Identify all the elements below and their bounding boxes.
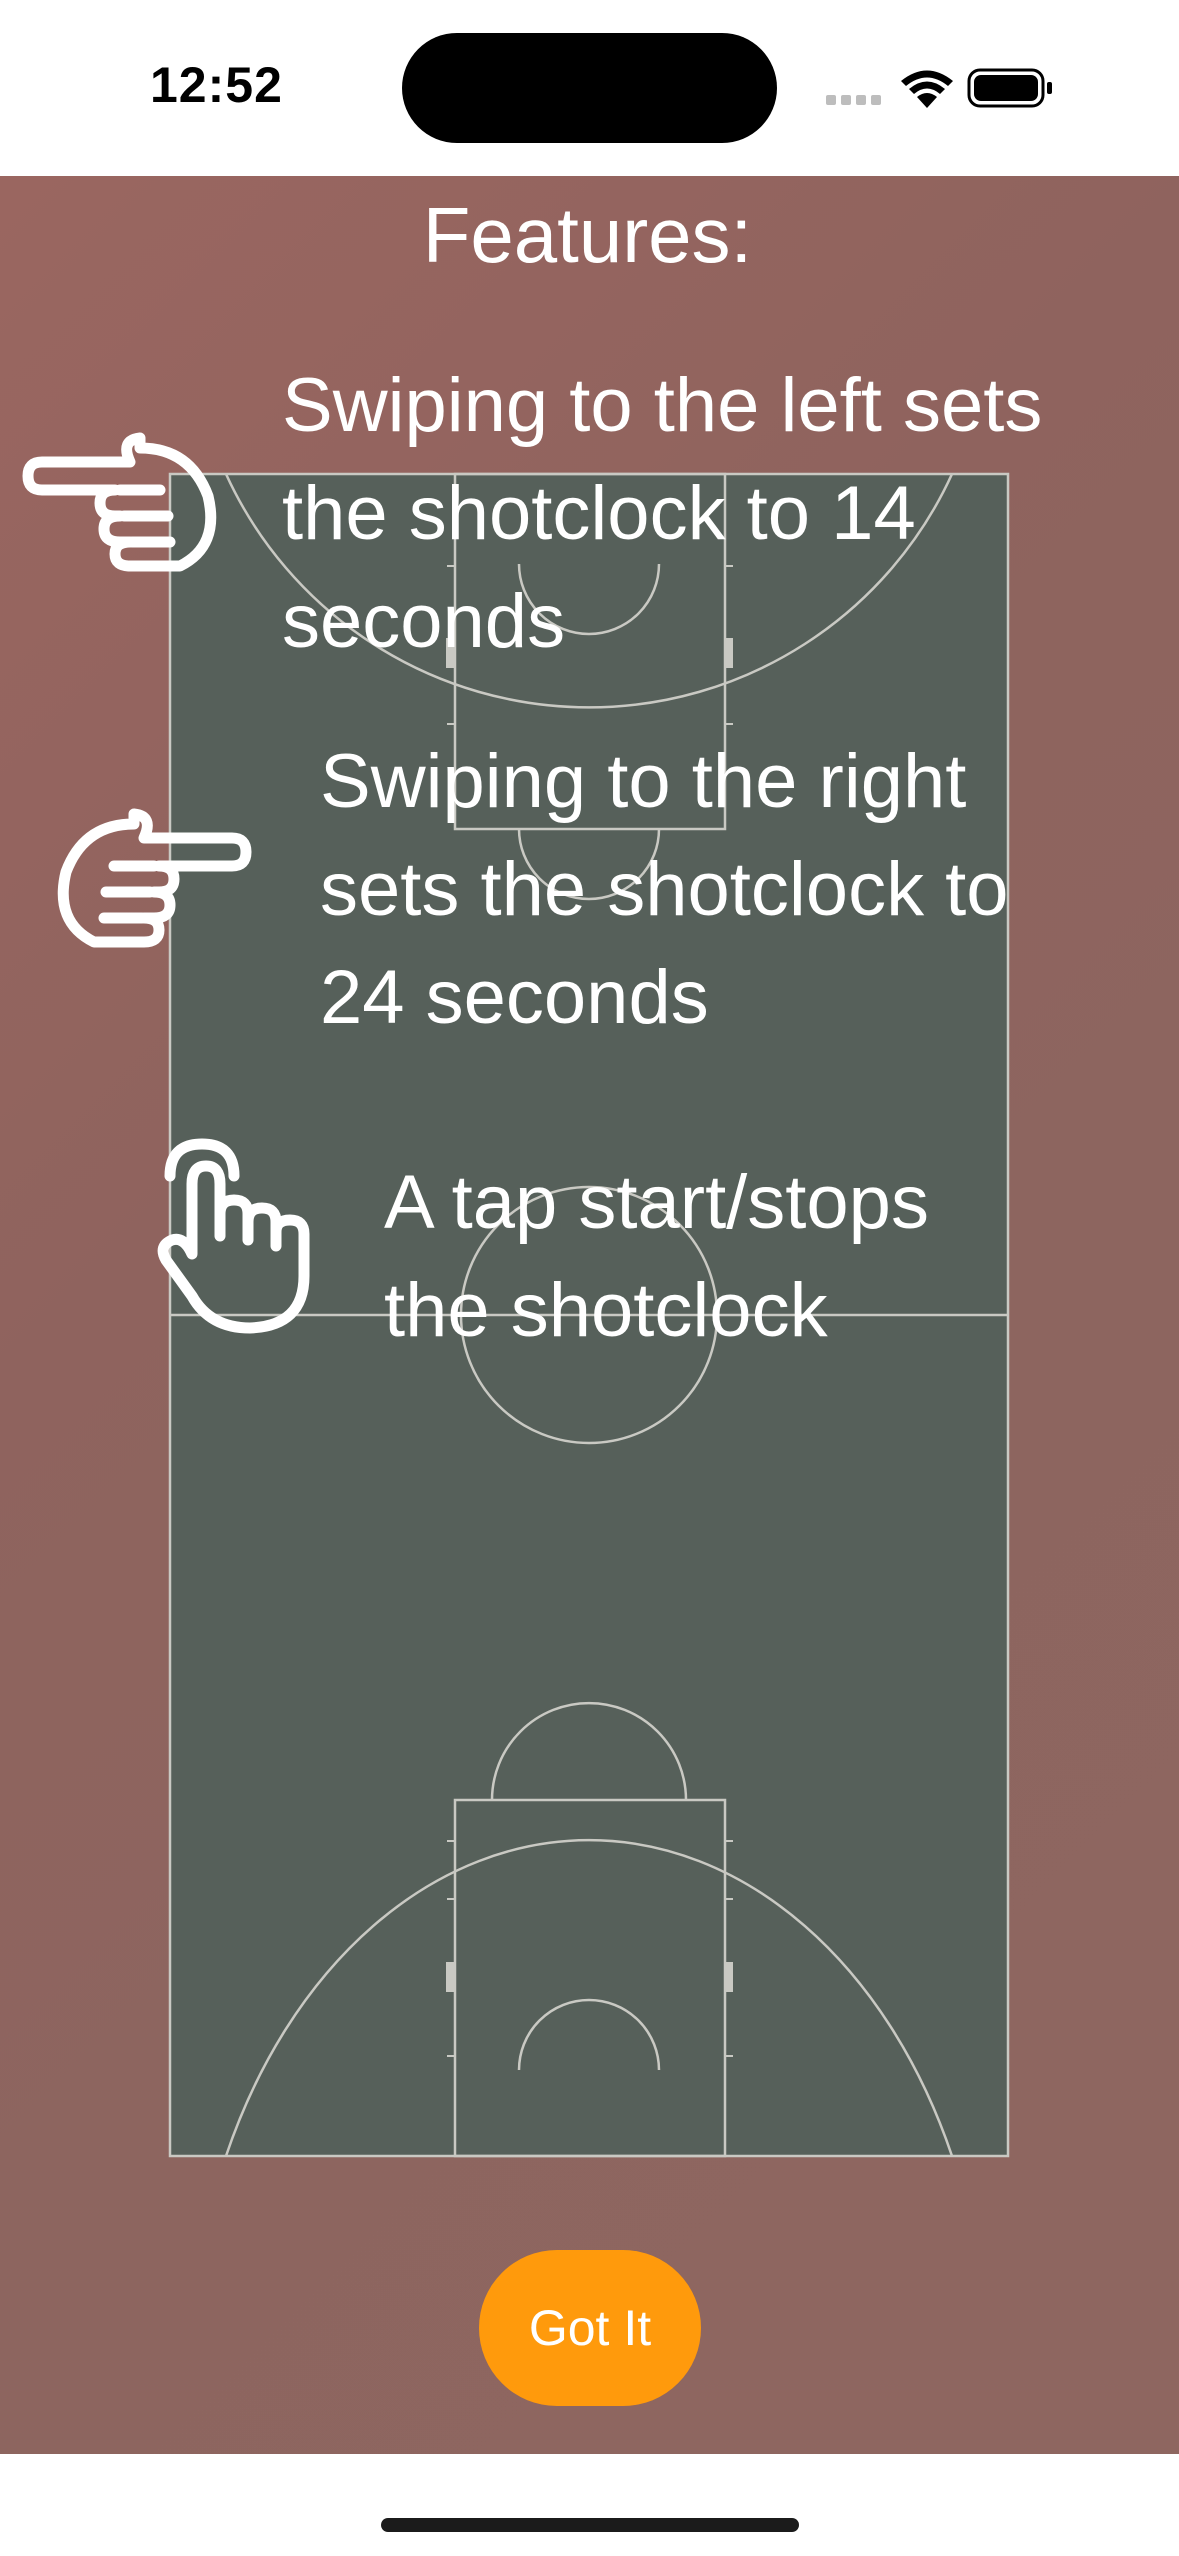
- status-time: 12:52: [150, 57, 283, 113]
- status-icons: [821, 64, 1081, 112]
- hand-pointing-left-icon: [20, 426, 220, 591]
- wifi-icon: [901, 70, 953, 108]
- features-title-text: Features:: [422, 191, 753, 279]
- feature-swipe-left-text: Swiping to the left sets the shotclock t…: [282, 363, 1043, 664]
- hand-pointing-right-icon: [54, 802, 254, 967]
- onboarding-overlay: Features: Swiping to the left sets the s…: [0, 176, 1179, 2454]
- cellular-signal-icon: [826, 95, 881, 105]
- home-indicator[interactable]: [381, 2518, 799, 2532]
- got-it-button[interactable]: Got It: [479, 2250, 701, 2406]
- battery-icon: [967, 68, 1052, 108]
- screen: 12:52 Features: Swiping to the left sets…: [0, 0, 1179, 2556]
- hand-tap-icon: [150, 1136, 330, 1341]
- feature-swipe-right-text: Swiping to the right sets the shotclock …: [320, 739, 1009, 1040]
- feature-tap-text: A tap start/stops the shotclock: [384, 1160, 929, 1353]
- status-bar: 12:52: [0, 0, 1179, 176]
- dynamic-island: [402, 33, 777, 143]
- features-title: Features:: [0, 190, 1179, 281]
